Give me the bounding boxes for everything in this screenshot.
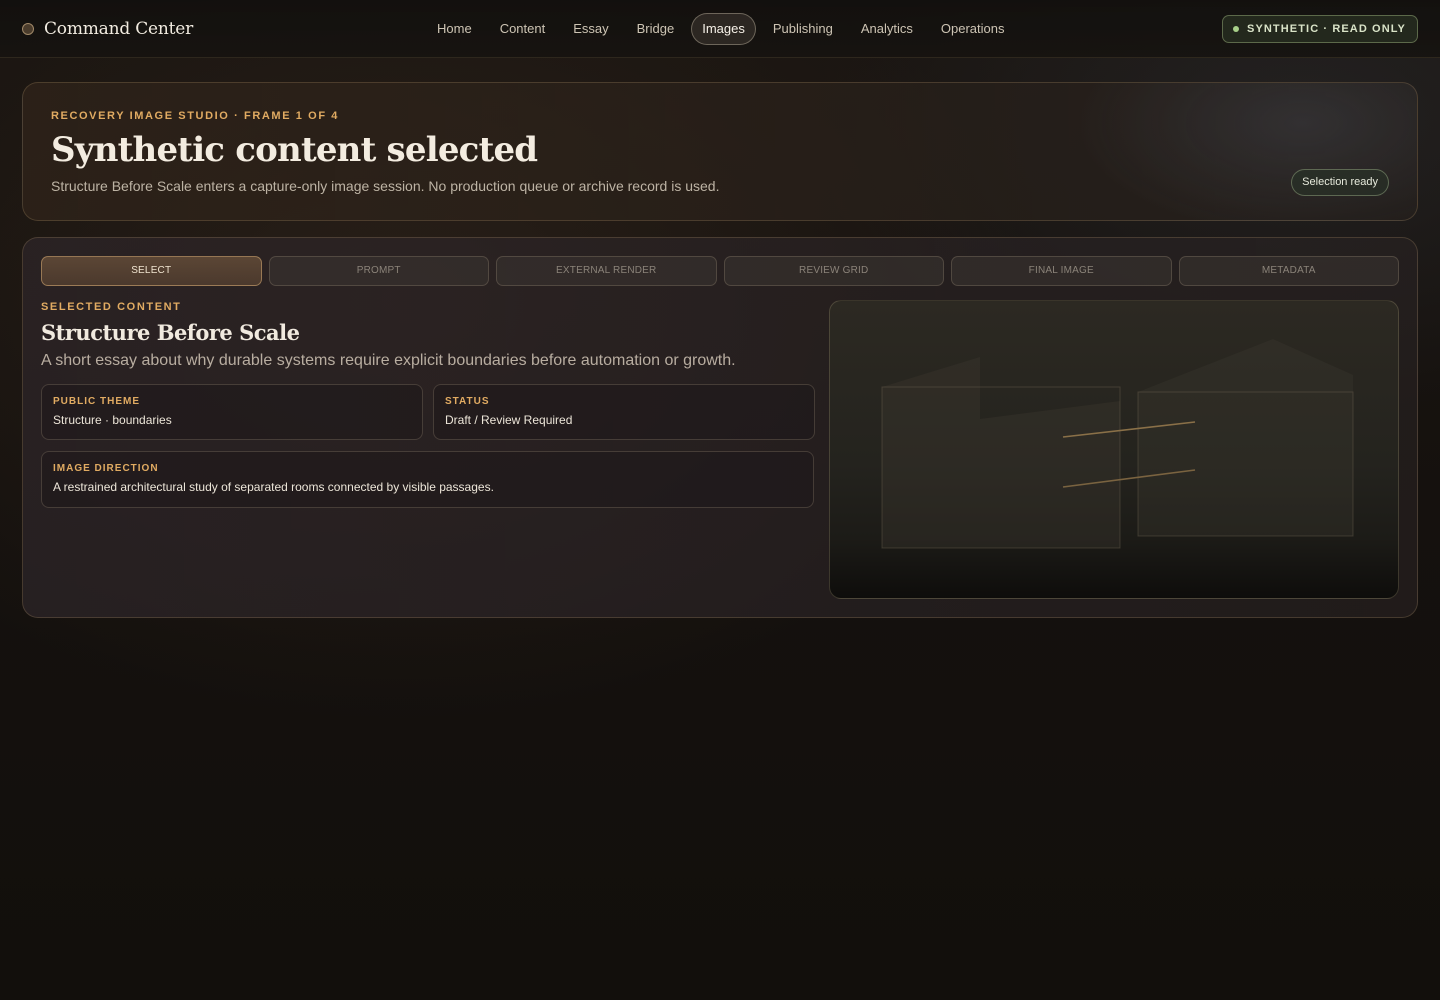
step-review-grid[interactable]: REVIEW GRID <box>723 256 944 286</box>
hero-subtitle: Structure Before Scale enters a capture-… <box>51 178 720 194</box>
selected-content-title: Structure Before Scale <box>41 320 300 345</box>
image-studio-panel: SELECT PROMPT EXTERNAL RENDER REVIEW GRI… <box>22 237 1418 618</box>
step-metadata[interactable]: METADATA <box>1178 256 1399 286</box>
read-only-status-pill: SYNTHETIC · READ ONLY <box>1222 15 1418 43</box>
workflow-steps: SELECT PROMPT EXTERNAL RENDER REVIEW GRI… <box>41 256 1399 286</box>
nav-images[interactable]: Images <box>691 13 756 45</box>
step-prompt[interactable]: PROMPT <box>268 256 489 286</box>
image-direction-value: A restrained architectural study of sepa… <box>53 480 494 494</box>
step-external-render[interactable]: EXTERNAL RENDER <box>496 256 717 286</box>
architecture-sketch <box>881 339 1354 549</box>
info-row: PUBLIC THEME Structure · boundaries STAT… <box>41 384 815 440</box>
nav-bridge[interactable]: Bridge <box>623 13 689 45</box>
hero-eyebrow: RECOVERY IMAGE STUDIO · FRAME 1 OF 4 <box>51 110 340 122</box>
nav-home[interactable]: Home <box>423 13 486 45</box>
selected-content-description: A short essay about why durable systems … <box>41 352 736 369</box>
main-nav: Home Content Essay Bridge Images Publish… <box>423 13 1018 45</box>
nav-content[interactable]: Content <box>486 13 560 45</box>
page-title: Synthetic content selected <box>51 130 538 170</box>
selected-content: SELECTED CONTENT Structure Before Scale … <box>41 301 815 508</box>
top-bar: Command Center Home Content Essay Bridge… <box>0 0 1440 58</box>
public-theme-label: PUBLIC THEME <box>53 396 140 407</box>
status-dot-icon <box>1233 26 1240 32</box>
public-theme-box: PUBLIC THEME Structure · boundaries <box>41 384 423 440</box>
brand-name: Command Center <box>44 19 194 39</box>
status-value: Draft / Review Required <box>445 413 573 427</box>
status-box: STATUS Draft / Review Required <box>433 384 815 440</box>
nav-analytics[interactable]: Analytics <box>847 13 927 45</box>
hero-card: RECOVERY IMAGE STUDIO · FRAME 1 OF 4 Syn… <box>22 82 1418 221</box>
selected-content-eyebrow: SELECTED CONTENT <box>41 301 182 313</box>
image-direction-label: IMAGE DIRECTION <box>53 463 159 474</box>
status-label: STATUS <box>445 396 490 407</box>
image-direction-box: IMAGE DIRECTION A restrained architectur… <box>41 451 814 508</box>
step-final-image[interactable]: FINAL IMAGE <box>951 256 1172 286</box>
image-preview <box>829 300 1399 599</box>
nav-essay[interactable]: Essay <box>559 13 622 45</box>
status-pill-label: SYNTHETIC · READ ONLY <box>1247 23 1406 35</box>
brand[interactable]: Command Center <box>22 19 193 39</box>
selection-ready-badge: Selection ready <box>1291 169 1389 196</box>
nav-operations[interactable]: Operations <box>927 13 1019 45</box>
public-theme-value: Structure · boundaries <box>53 413 172 427</box>
brand-logo-icon <box>22 23 34 35</box>
nav-publishing[interactable]: Publishing <box>759 13 847 45</box>
left-room-shape <box>882 357 1120 548</box>
right-room-shape <box>1138 339 1353 536</box>
step-select[interactable]: SELECT <box>41 256 262 286</box>
